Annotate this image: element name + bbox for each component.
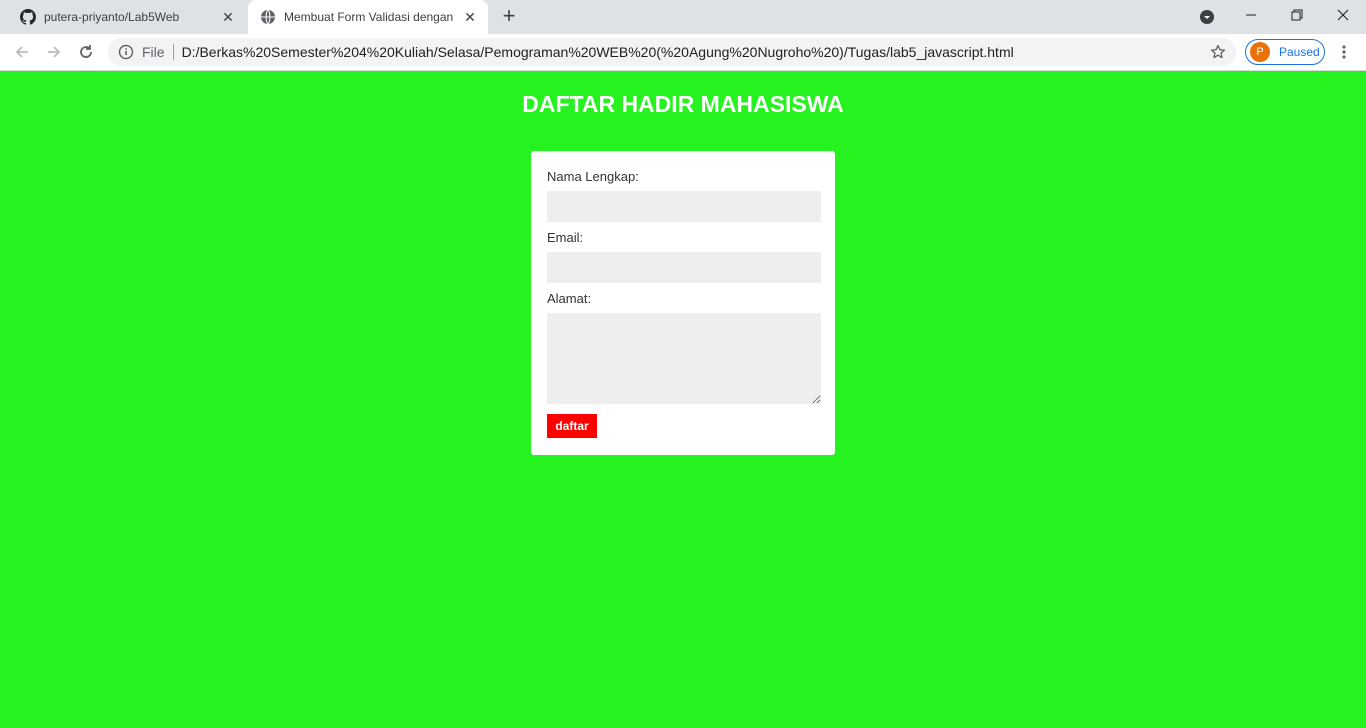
address-label: Alamat: — [547, 291, 592, 306]
tab-github[interactable]: putera-priyanto/Lab5Web ✕ — [8, 0, 246, 34]
more-menu-icon[interactable] — [1336, 42, 1352, 62]
reload-button[interactable] — [76, 42, 96, 62]
sync-status: Paused — [1279, 45, 1320, 59]
tab-title: Membuat Form Validasi dengan J — [284, 10, 454, 24]
close-icon[interactable]: ✕ — [462, 9, 478, 25]
back-button[interactable] — [12, 42, 32, 62]
name-input[interactable] — [547, 191, 821, 222]
github-icon — [20, 9, 36, 25]
new-tab-button[interactable]: + — [498, 5, 520, 28]
url-text[interactable]: D:/Berkas%20Semester%204%20Kuliah/Selasa… — [182, 44, 1014, 60]
registration-form: Nama Lengkap: Email: Alamat: daftar — [531, 151, 835, 455]
browser-toolbar: File D:/Berkas%20Semester%204%20Kuliah/S… — [0, 34, 1366, 71]
email-label: Email: — [547, 230, 584, 245]
page-title: DAFTAR HADIR MAHASISWA — [522, 91, 844, 117]
tab-active[interactable]: Membuat Form Validasi dengan J ✕ — [248, 0, 488, 34]
name-label: Nama Lengkap: — [547, 169, 639, 184]
address-bar[interactable]: File D:/Berkas%20Semester%204%20Kuliah/S… — [108, 38, 1236, 66]
submit-button[interactable]: daftar — [547, 414, 597, 438]
tab-strip: putera-priyanto/Lab5Web ✕ Membuat Form V… — [0, 0, 1366, 34]
tab-search-icon[interactable] — [1199, 9, 1215, 25]
address-textarea[interactable] — [547, 313, 821, 404]
star-icon[interactable] — [1210, 44, 1226, 60]
forward-button[interactable] — [44, 42, 64, 62]
reload-icon — [80, 45, 92, 58]
arrow-left-icon — [15, 46, 28, 58]
avatar: P — [1250, 42, 1270, 62]
close-icon[interactable]: ✕ — [220, 9, 236, 25]
scheme-label: File — [142, 44, 165, 60]
restore-button[interactable] — [1274, 0, 1320, 30]
window-close-button[interactable] — [1320, 0, 1366, 30]
info-icon[interactable] — [118, 44, 134, 60]
email-input[interactable] — [547, 252, 821, 283]
profile-button[interactable]: P Paused — [1245, 39, 1325, 65]
arrow-right-icon — [48, 46, 61, 58]
divider — [172, 44, 174, 60]
minimize-button[interactable] — [1228, 0, 1274, 30]
page-content: DAFTAR HADIR MAHASISWA Nama Lengkap: Ema… — [0, 71, 1366, 728]
tab-title: putera-priyanto/Lab5Web — [44, 10, 180, 24]
globe-icon — [260, 9, 276, 25]
